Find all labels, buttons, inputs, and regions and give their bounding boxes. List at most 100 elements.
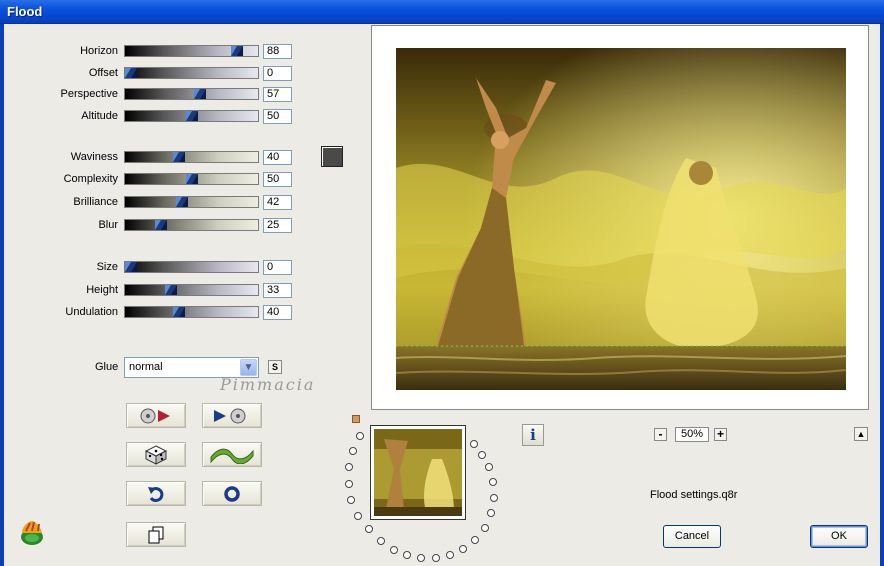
value-field-altitude[interactable]: 50 — [263, 109, 292, 124]
save-preset-button[interactable] — [202, 403, 262, 428]
wave-icon — [210, 448, 254, 464]
slider-perspective[interactable] — [124, 88, 259, 100]
value-field-size[interactable]: 0 — [263, 260, 292, 275]
navigator-ring-dot — [459, 545, 467, 553]
randomize-dice-icon — [145, 444, 167, 465]
navigator-thumbnail[interactable] — [370, 425, 466, 520]
slider-undulation[interactable] — [124, 306, 259, 318]
navigator-ring-dot — [377, 537, 385, 545]
slider-offset[interactable] — [124, 67, 259, 79]
slider-height[interactable] — [124, 284, 259, 296]
slider-blur[interactable] — [124, 219, 259, 231]
param-label-altitude: Altitude — [81, 110, 118, 122]
navigator-handle[interactable] — [352, 415, 360, 423]
title-bar: Flood — [0, 0, 884, 24]
ok-button[interactable]: OK — [810, 525, 868, 548]
copy-button[interactable] — [126, 522, 186, 547]
navigator-ring-dot — [489, 478, 497, 486]
slider-waviness[interactable] — [124, 151, 259, 163]
value-field-offset[interactable]: 0 — [263, 66, 292, 81]
chevron-down-icon[interactable]: ▼ — [240, 359, 257, 376]
preview-image — [396, 48, 846, 390]
settings-filename: Flood settings.q8r — [650, 489, 738, 501]
value-field-horizon[interactable]: 88 — [263, 44, 292, 59]
slider-thumb-icon[interactable] — [176, 197, 188, 207]
slider-brilliance[interactable] — [124, 196, 259, 208]
navigator-ring-dot — [485, 463, 493, 471]
glue-value: normal — [129, 361, 163, 373]
value-field-brilliance[interactable]: 42 — [263, 195, 292, 210]
value-field-height[interactable]: 33 — [263, 283, 292, 298]
copy-icon — [148, 526, 164, 543]
slider-thumb-icon[interactable] — [155, 220, 167, 230]
param-label-brilliance: Brilliance — [73, 196, 118, 208]
slider-thumb-icon[interactable] — [173, 307, 185, 317]
reset-button[interactable] — [202, 481, 262, 506]
zoom-in-button[interactable]: + — [714, 428, 727, 441]
navigator-ring-dot — [347, 496, 355, 504]
param-label-waviness: Waviness — [70, 151, 118, 163]
param-label-size: Size — [96, 261, 118, 273]
param-label-horizon: Horizon — [80, 45, 118, 57]
navigator-ring-dot — [470, 440, 478, 448]
navigator-ring-dot — [390, 546, 398, 554]
slider-thumb-icon[interactable] — [173, 152, 185, 162]
app-logo-icon — [21, 521, 43, 545]
slider-thumb-icon[interactable] — [186, 111, 198, 121]
navigator-ring-dot — [365, 525, 373, 533]
slider-thumb-icon[interactable] — [186, 174, 198, 184]
slider-thumb-icon[interactable] — [125, 68, 137, 78]
navigator-ring-dot — [345, 480, 353, 488]
param-label-complexity: Complexity — [63, 173, 118, 185]
preview-artwork — [396, 48, 846, 390]
value-field-perspective[interactable]: 57 — [263, 87, 292, 102]
wave-button[interactable] — [202, 442, 262, 467]
window-border-left — [0, 24, 4, 566]
info-button[interactable]: i — [522, 424, 544, 446]
navigator-ring-dot — [481, 524, 489, 532]
value-field-waviness[interactable]: 40 — [263, 150, 292, 165]
zoom-out-button[interactable]: - — [654, 428, 667, 441]
slider-complexity[interactable] — [124, 173, 259, 185]
navigator-ring-dot — [349, 447, 357, 455]
randomize-button[interactable] — [126, 442, 186, 467]
value-field-blur[interactable]: 25 — [263, 218, 292, 233]
watermark-text: Pimmacia — [220, 375, 316, 394]
value-field-undulation[interactable]: 40 — [263, 305, 292, 320]
slider-thumb-icon[interactable] — [194, 89, 206, 99]
reset-icon — [224, 485, 240, 502]
slider-horizon[interactable] — [124, 45, 259, 57]
load-preset-icon — [140, 408, 170, 423]
navigator-ring-dot — [417, 554, 425, 562]
value-field-complexity[interactable]: 50 — [263, 172, 292, 187]
navigator-ring-dot — [354, 512, 362, 520]
glue-label: Glue — [95, 361, 119, 373]
slider-thumb-icon[interactable] — [165, 285, 177, 295]
preview-canvas[interactable] — [371, 25, 869, 410]
param-label-blur: Blur — [98, 219, 118, 231]
save-preset-icon — [214, 408, 246, 423]
slider-size[interactable] — [124, 261, 259, 273]
navigator-ring-dot — [356, 432, 364, 440]
window-border-right — [880, 24, 884, 566]
param-label-offset: Offset — [88, 67, 118, 79]
undo-button[interactable] — [126, 481, 186, 506]
slider-thumb-icon[interactable] — [231, 46, 243, 56]
navigator-ring-dot — [471, 536, 479, 544]
navigator-ring-dot — [446, 551, 454, 559]
navigator-artwork — [374, 429, 462, 516]
flood-color-swatch[interactable] — [321, 146, 343, 167]
param-label-perspective: Perspective — [60, 88, 118, 100]
window-title: Flood — [7, 4, 43, 19]
navigator-ring-dot — [478, 451, 486, 459]
glue-s-button[interactable]: S — [268, 360, 282, 374]
collapse-preview-button[interactable]: ▲ — [854, 427, 868, 441]
navigator-ring-dot — [403, 551, 411, 559]
slider-thumb-icon[interactable] — [125, 262, 137, 272]
param-label-height: Height — [86, 284, 118, 296]
zoom-level: 50% — [675, 427, 709, 442]
cancel-button[interactable]: Cancel — [663, 525, 721, 548]
navigator-ring-dot — [345, 463, 353, 471]
slider-altitude[interactable] — [124, 110, 259, 122]
load-preset-button[interactable] — [126, 403, 186, 428]
